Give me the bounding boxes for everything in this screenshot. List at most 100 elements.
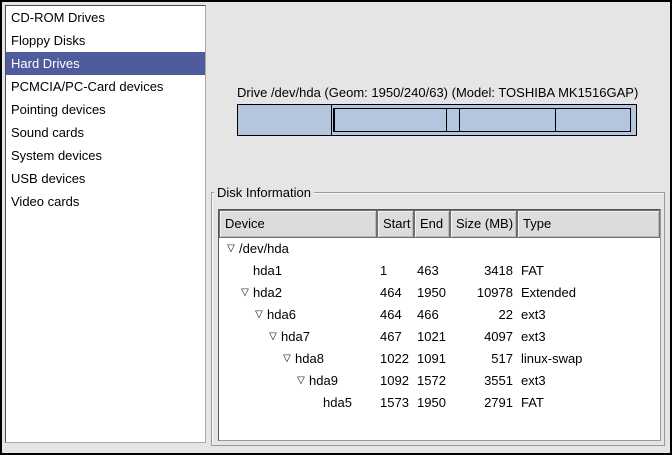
sidebar-item-pcmcia-pc-card-devices[interactable]: PCMCIA/PC-Card devices <box>6 75 205 98</box>
end-cell: 1950 <box>414 282 450 304</box>
type-cell: linux-swap <box>517 348 660 370</box>
table-row[interactable]: hda5 1573 1950 2791 FAT <box>219 392 660 414</box>
column-header-end[interactable]: End <box>414 210 450 238</box>
end-cell <box>414 238 450 260</box>
tree-expander-icon[interactable]: ▽ <box>223 238 239 260</box>
sidebar-item-video-cards[interactable]: Video cards <box>6 190 205 213</box>
device-name: hda8 <box>295 351 324 366</box>
partition-segment-hda8 <box>446 108 460 132</box>
end-cell: 466 <box>414 304 450 326</box>
device-name: hda7 <box>281 329 310 344</box>
start-cell: 1022 <box>377 348 414 370</box>
device-name: hda9 <box>309 373 338 388</box>
disk-information-frame-label: Disk Information <box>214 185 314 200</box>
column-header-size[interactable]: Size (MB) <box>450 210 517 238</box>
partition-segment-hda5 <box>555 108 631 132</box>
end-cell: 1572 <box>414 370 450 392</box>
column-header-device[interactable]: Device <box>219 210 377 238</box>
sidebar-item-hard-drives[interactable]: Hard Drives <box>6 52 205 75</box>
table-row[interactable]: ▽hda9 1092 1572 3551 ext3 <box>219 370 660 392</box>
device-cell: hda1 <box>219 260 377 282</box>
device-name: hda1 <box>253 263 282 278</box>
partition-segment-hda9 <box>459 108 556 132</box>
sidebar-item-system-devices[interactable]: System devices <box>6 144 205 167</box>
sidebar-item-label: Hard Drives <box>11 56 80 71</box>
hardware-browser-window: CD-ROM Drives Floppy Disks Hard Drives P… <box>0 0 672 455</box>
sidebar-item-floppy-disks[interactable]: Floppy Disks <box>6 29 205 52</box>
table-row[interactable]: ▽hda8 1022 1091 517 linux-swap <box>219 348 660 370</box>
type-cell: Extended <box>517 282 660 304</box>
device-name: hda2 <box>253 285 282 300</box>
drive-title: Drive /dev/hda (Geom: 1950/240/63) (Mode… <box>237 85 638 100</box>
table-row[interactable]: ▽hda6 464 466 22 ext3 <box>219 304 660 326</box>
tree-expander-icon[interactable]: ▽ <box>279 348 295 370</box>
device-cell: ▽hda8 <box>219 348 377 370</box>
device-name: hda5 <box>323 395 352 410</box>
table-row[interactable]: hda1 1 463 3418 FAT <box>219 260 660 282</box>
start-cell: 464 <box>377 304 414 326</box>
device-cell: ▽/dev/hda <box>219 238 377 260</box>
size-cell: 3418 <box>450 260 517 282</box>
tree-expander-icon[interactable]: ▽ <box>251 304 267 326</box>
sidebar-item-label: USB devices <box>11 171 85 186</box>
end-cell: 463 <box>414 260 450 282</box>
logical-partitions-container <box>333 108 634 132</box>
type-cell: FAT <box>517 260 660 282</box>
sidebar-item-cd-rom-drives[interactable]: CD-ROM Drives <box>6 6 205 29</box>
sidebar-item-label: Floppy Disks <box>11 33 85 48</box>
device-category-list[interactable]: CD-ROM Drives Floppy Disks Hard Drives P… <box>5 5 206 443</box>
type-cell: ext3 <box>517 304 660 326</box>
device-cell: ▽hda2 <box>219 282 377 304</box>
column-header-type[interactable]: Type <box>517 210 660 238</box>
device-cell: ▽hda9 <box>219 370 377 392</box>
start-cell: 467 <box>377 326 414 348</box>
start-cell: 1573 <box>377 392 414 414</box>
partition-segment-hda1 <box>238 105 332 135</box>
disk-information-table: Device Start End Size (MB) Type ▽/dev/hd… <box>218 209 661 441</box>
tree-expander-icon[interactable]: ▽ <box>293 370 309 392</box>
end-cell: 1950 <box>414 392 450 414</box>
table-header-row: Device Start End Size (MB) Type <box>219 210 660 238</box>
start-cell: 1 <box>377 260 414 282</box>
end-cell: 1021 <box>414 326 450 348</box>
partition-segment-hda2 <box>332 105 636 135</box>
size-cell: 2791 <box>450 392 517 414</box>
tree-expander-icon[interactable]: ▽ <box>265 326 281 348</box>
tree-expander-icon[interactable]: ▽ <box>237 282 253 304</box>
size-cell: 517 <box>450 348 517 370</box>
sidebar-item-label: Video cards <box>11 194 79 209</box>
table-row[interactable]: ▽hda2 464 1950 10978 Extended <box>219 282 660 304</box>
size-cell: 4097 <box>450 326 517 348</box>
column-header-start[interactable]: Start <box>377 210 414 238</box>
partition-segment-hda7 <box>334 108 446 132</box>
table-row[interactable]: ▽/dev/hda <box>219 238 660 260</box>
disk-partition-bar <box>237 104 637 136</box>
device-name: hda6 <box>267 307 296 322</box>
table-body: ▽/dev/hda hda1 1 463 3418 FAT ▽hda2 464 … <box>219 238 660 414</box>
end-cell: 1091 <box>414 348 450 370</box>
start-cell: 464 <box>377 282 414 304</box>
size-cell <box>450 238 517 260</box>
start-cell: 1092 <box>377 370 414 392</box>
size-cell: 22 <box>450 304 517 326</box>
sidebar-item-sound-cards[interactable]: Sound cards <box>6 121 205 144</box>
sidebar-item-label: Pointing devices <box>11 102 106 117</box>
sidebar-item-label: System devices <box>11 148 102 163</box>
size-cell: 3551 <box>450 370 517 392</box>
sidebar-item-label: CD-ROM Drives <box>11 10 105 25</box>
device-name: /dev/hda <box>239 241 289 256</box>
sidebar-item-pointing-devices[interactable]: Pointing devices <box>6 98 205 121</box>
sidebar-item-label: PCMCIA/PC-Card devices <box>11 79 163 94</box>
disk-information-frame: Disk Information Device Start End Size (… <box>211 192 665 446</box>
size-cell: 10978 <box>450 282 517 304</box>
device-cell: ▽hda6 <box>219 304 377 326</box>
sidebar-item-usb-devices[interactable]: USB devices <box>6 167 205 190</box>
type-cell: ext3 <box>517 326 660 348</box>
type-cell: FAT <box>517 392 660 414</box>
device-cell: hda5 <box>219 392 377 414</box>
table-row[interactable]: ▽hda7 467 1021 4097 ext3 <box>219 326 660 348</box>
sidebar-item-label: Sound cards <box>11 125 84 140</box>
start-cell <box>377 238 414 260</box>
type-cell: ext3 <box>517 370 660 392</box>
type-cell <box>517 238 660 260</box>
